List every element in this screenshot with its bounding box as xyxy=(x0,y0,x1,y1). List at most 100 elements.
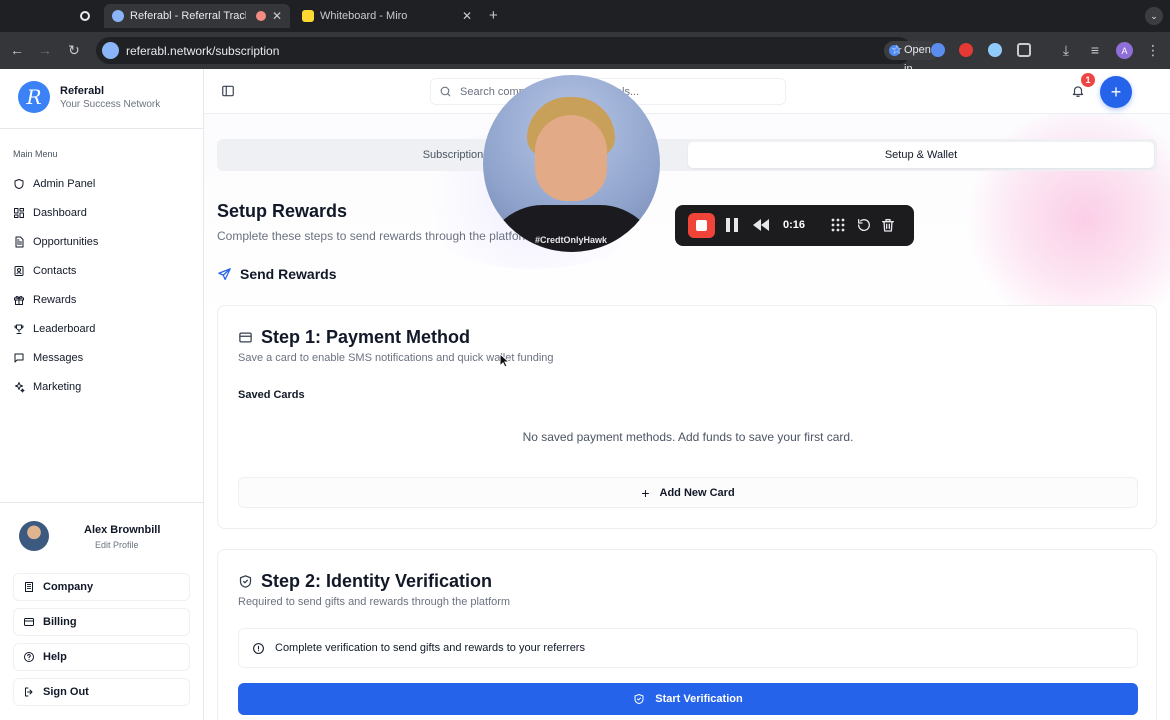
sidebar-item-marketing[interactable]: Marketing xyxy=(13,372,193,401)
gift-icon xyxy=(14,295,24,305)
sidebar-item-admin-panel[interactable]: Admin Panel xyxy=(13,169,193,198)
shield-check-icon xyxy=(239,575,252,588)
verification-notice-text: Complete verification to send gifts and … xyxy=(275,642,585,654)
card-subtitle: Required to send gifts and rewards throu… xyxy=(238,596,511,608)
browser-tab-title: Referabl - Referral Tracking xyxy=(130,10,246,22)
saved-cards-label: Saved Cards xyxy=(238,389,305,401)
bookmark-star-icon[interactable]: ☆ xyxy=(891,42,903,58)
create-new-button[interactable]: + xyxy=(1100,76,1132,108)
sidebar-item-contacts[interactable]: Contacts xyxy=(13,256,193,285)
send-icon xyxy=(218,267,231,280)
new-tab-icon[interactable]: + xyxy=(489,7,498,24)
company-button[interactable]: Company xyxy=(13,573,190,601)
sidebar-toggle-icon[interactable] xyxy=(221,84,235,98)
close-tab-icon[interactable]: ✕ xyxy=(272,9,282,23)
grid-dots-icon[interactable] xyxy=(830,217,846,233)
help-button[interactable]: Help xyxy=(13,643,190,671)
sidebar-item-rewards[interactable]: Rewards xyxy=(13,285,193,314)
start-verification-button[interactable]: Start Verification xyxy=(238,683,1138,715)
profile-name: Alex Brownbill xyxy=(84,524,161,536)
tab-search-icon[interactable]: ⌄ xyxy=(1145,7,1163,25)
top-bar: 1 + xyxy=(204,69,1170,114)
main-menu: Admin Panel Dashboard Opportunities Cont… xyxy=(13,169,193,401)
section-title: Send Rewards xyxy=(217,266,336,282)
tab-setup-wallet[interactable]: Setup & Wallet xyxy=(688,142,1154,168)
brand-tagline: Your Success Network xyxy=(60,98,161,110)
message-icon xyxy=(14,353,24,362)
sidebar-item-label: Dashboard xyxy=(33,206,87,219)
trash-icon[interactable] xyxy=(880,217,896,233)
media-control-icon[interactable]: ≡ xyxy=(1086,41,1104,59)
card-heading: Step 2: Identity Verification xyxy=(238,571,492,592)
card-title: Step 1: Payment Method xyxy=(261,327,471,347)
profile-avatar-icon[interactable]: A xyxy=(1116,42,1133,59)
rewind-icon[interactable] xyxy=(752,218,770,232)
recording-indicator-icon xyxy=(255,11,266,21)
browser-menu-icon[interactable]: ⋮ xyxy=(1144,41,1162,59)
divider xyxy=(0,502,204,503)
referabl-favicon-icon xyxy=(112,10,124,22)
help-icon xyxy=(24,652,34,662)
page-title: Setup Rewards xyxy=(217,201,348,221)
credit-card-icon xyxy=(24,618,34,626)
search-icon xyxy=(440,86,451,97)
recording-timer: 0:16 xyxy=(783,219,806,231)
card-heading: Step 1: Payment Method xyxy=(238,327,470,348)
webcam-bubble[interactable]: #CredtOnlyHawk xyxy=(483,75,660,252)
edit-profile-link[interactable]: Edit Profile xyxy=(95,540,139,550)
back-icon[interactable]: ← xyxy=(8,41,26,59)
sign-out-label: Sign Out xyxy=(43,686,89,698)
shield-check-icon xyxy=(634,694,644,704)
company-label: Company xyxy=(43,581,94,593)
sidebar-item-dashboard[interactable]: Dashboard xyxy=(13,198,193,227)
notification-badge: 1 xyxy=(1081,73,1095,87)
info-icon xyxy=(253,642,264,654)
close-tab-icon[interactable]: ✕ xyxy=(462,9,472,23)
browser-toolbar: ← → ↻ referabl.network/subscription Open… xyxy=(0,32,1170,94)
sidebar-item-leaderboard[interactable]: Leaderboard xyxy=(13,314,193,343)
browser-tab-title: Whiteboard - Miro xyxy=(320,10,408,22)
section-title-label: Send Rewards xyxy=(240,266,337,282)
extension-icon[interactable] xyxy=(959,43,973,57)
help-label: Help xyxy=(43,651,67,663)
browser-tab-referabl[interactable]: Referabl - Referral Tracking ✕ xyxy=(104,4,290,28)
plus-icon: + xyxy=(641,484,650,501)
menu-section-title: Main Menu xyxy=(13,149,58,159)
site-info-icon[interactable] xyxy=(102,42,119,59)
password-manager-icon[interactable] xyxy=(988,43,1002,57)
shield-icon xyxy=(14,178,24,189)
restart-icon[interactable] xyxy=(856,217,872,233)
address-bar[interactable]: referabl.network/subscription Open in ap… xyxy=(96,37,939,94)
mouse-cursor-icon xyxy=(499,353,509,368)
avatar xyxy=(19,521,49,551)
billing-button[interactable]: Billing xyxy=(13,608,190,636)
payment-method-card: Step 1: Payment Method Save a card to en… xyxy=(217,305,1157,529)
user-profile[interactable]: Alex Brownbill Edit Profile xyxy=(19,521,194,553)
extensions-puzzle-icon[interactable] xyxy=(1017,43,1031,57)
sidebar-item-label: Admin Panel xyxy=(33,177,96,190)
sign-out-icon xyxy=(25,687,33,697)
browser-tab-recording[interactable] xyxy=(72,4,100,28)
pause-icon[interactable] xyxy=(725,217,739,233)
brand[interactable]: R Referabl Your Success Network xyxy=(18,81,160,113)
extension-icon[interactable] xyxy=(931,43,945,57)
sidebar-item-messages[interactable]: Messages xyxy=(13,343,193,372)
sidebar-item-opportunities[interactable]: Opportunities xyxy=(13,227,193,256)
add-new-card-label: Add New Card xyxy=(659,486,735,499)
url-text: referabl.network/subscription xyxy=(126,43,280,58)
browser-tab-miro[interactable]: Whiteboard - Miro ✕ xyxy=(294,4,480,28)
bell-icon[interactable] xyxy=(1071,84,1085,98)
document-icon xyxy=(15,236,24,247)
forward-icon[interactable]: → xyxy=(36,41,54,59)
stop-recording-button[interactable] xyxy=(688,213,715,238)
billing-label: Billing xyxy=(43,616,77,628)
download-icon[interactable]: ⤓ xyxy=(1057,41,1075,59)
grid-icon xyxy=(14,207,24,218)
sidebar-item-label: Contacts xyxy=(33,264,77,277)
sign-out-button[interactable]: Sign Out xyxy=(13,678,190,706)
reload-icon[interactable]: ↻ xyxy=(65,41,83,59)
recording-controls: 0:16 xyxy=(675,205,914,246)
record-icon xyxy=(80,11,90,21)
webcam-shirt-text: #CredtOnlyHawk xyxy=(535,235,608,245)
add-new-card-button[interactable]: + Add New Card xyxy=(238,477,1138,508)
